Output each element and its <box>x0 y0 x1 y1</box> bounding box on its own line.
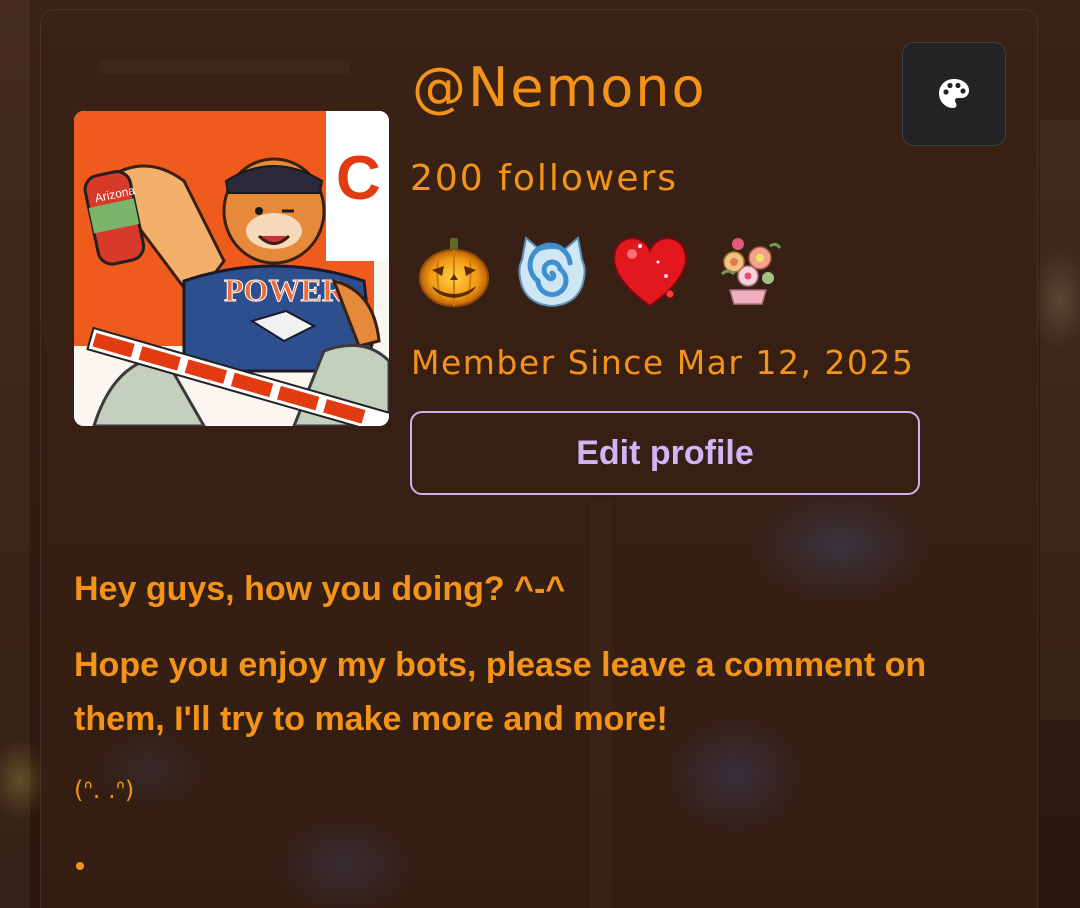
bio-bullet <box>76 862 84 870</box>
blue-spiral-cat-icon[interactable] <box>512 232 592 312</box>
bio-kaomoji: (ᐢ. .ᐢ) <box>74 776 135 804</box>
avatar-illustration: C Arizona POWER <box>74 111 389 426</box>
bio-line: Hope you enjoy my bots, please leave a c… <box>74 646 927 738</box>
svg-text:C: C <box>336 144 381 213</box>
avatar[interactable]: C Arizona POWER <box>74 111 389 426</box>
edit-profile-button[interactable]: Edit profile <box>410 411 920 495</box>
svg-text:POWER: POWER <box>224 272 346 308</box>
edit-profile-label: Edit profile <box>576 433 754 472</box>
sparkly-heart-icon[interactable] <box>610 232 690 312</box>
jack-o-lantern-icon[interactable] <box>414 232 494 312</box>
palette-icon <box>939 79 969 108</box>
background-streak <box>1040 120 1080 720</box>
background-streak <box>0 0 30 908</box>
username: @Nemono <box>412 56 707 119</box>
follower-count[interactable]: 200 followers <box>410 158 678 199</box>
member-since: Member Since Mar 12, 2025 <box>411 343 915 382</box>
theme-button[interactable] <box>902 42 1006 146</box>
bio-line: Hey guys, how you doing? ^-^ <box>74 570 566 608</box>
flower-bouquet-icon[interactable] <box>708 232 788 312</box>
